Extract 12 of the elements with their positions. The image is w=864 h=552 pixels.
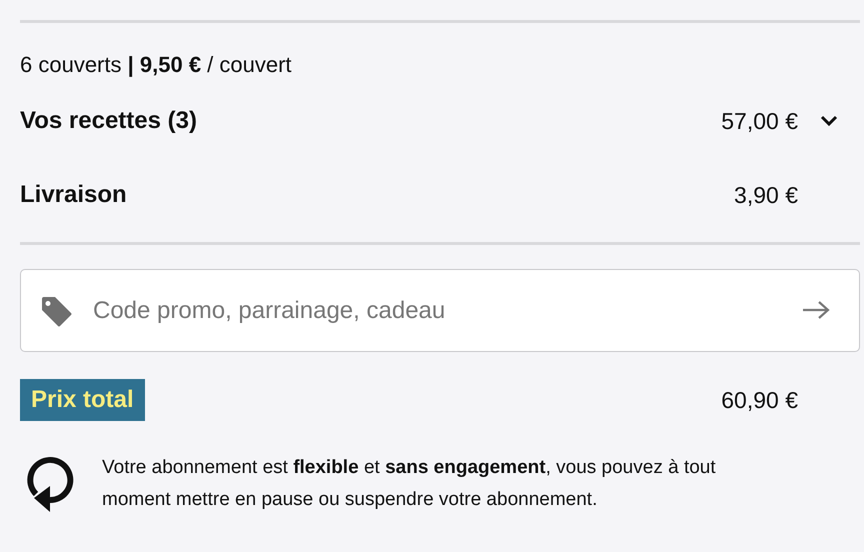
serving-summary: 6 couverts | 9,50 € / couvert: [20, 51, 293, 79]
line-amount: 3,90 €: [734, 182, 798, 208]
subscription-note: Votre abonnement est flexible et sans engagement, vous pouvez à tout moment mettre en pause ou suspendre votre abonnement.: [102, 456, 717, 512]
line-label: Livraison: [20, 181, 127, 209]
tag-icon: [40, 295, 72, 327]
promo-code-field[interactable]: Code promo, parrainage, cadeau: [20, 269, 860, 352]
chevron-icon[interactable]: [820, 115, 838, 127]
total-label: Prix total: [20, 379, 145, 421]
line-amount: 57,00 €: [721, 108, 798, 134]
arrow-icon[interactable]: [802, 300, 830, 320]
line-label: Vos recettes (3): [20, 107, 197, 135]
total-amount: 60,90 €: [721, 386, 798, 414]
